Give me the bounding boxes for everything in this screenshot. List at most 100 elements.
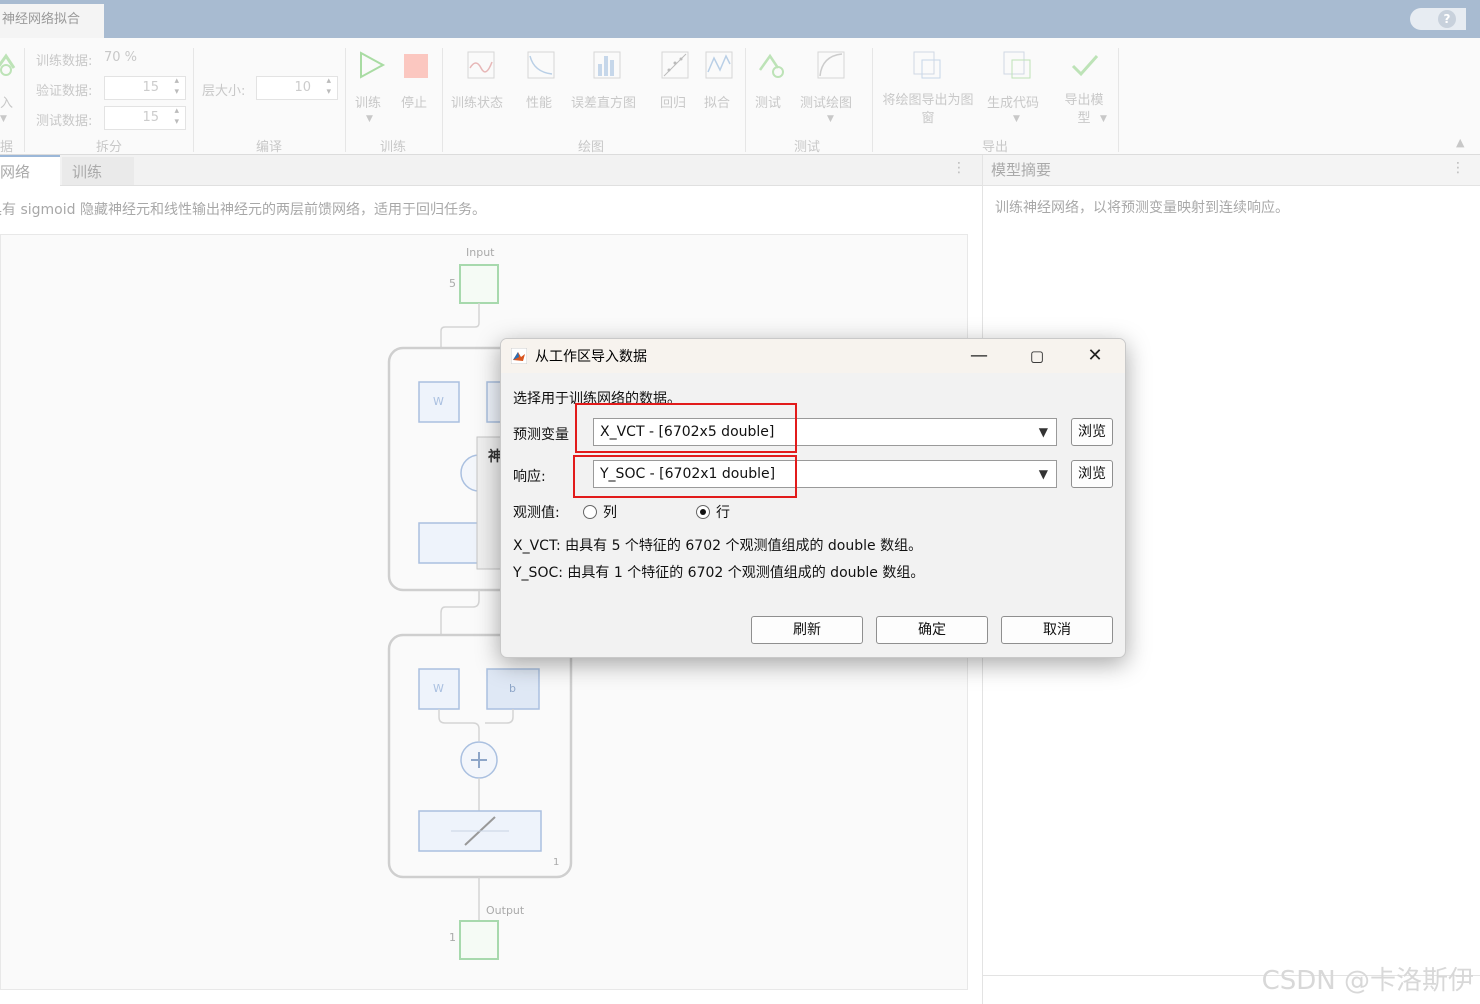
train-button-label[interactable]: 训练 — [355, 92, 381, 111]
output-node — [459, 920, 499, 960]
layer-size-spinner[interactable]: 10 — [256, 76, 338, 100]
predictor-info: X_VCT: 由具有 5 个特征的 6702 个观测值组成的 double 数组… — [513, 538, 923, 554]
cancel-button[interactable]: 取消 — [1001, 616, 1113, 644]
generate-code-label[interactable]: 生成代码 — [987, 92, 1039, 111]
validation-data-label: 验证数据: — [36, 84, 93, 99]
tab-training-label: 训练 — [72, 163, 103, 181]
train-data-value: 70 % — [104, 50, 138, 65]
export-plot-icon[interactable] — [912, 50, 942, 80]
test-data-label: 测试数据: — [36, 114, 93, 129]
fit-icon[interactable] — [704, 50, 734, 80]
left-panel-tabbar — [0, 155, 982, 186]
ok-button[interactable]: 确定 — [876, 616, 988, 644]
model-summary-header — [983, 155, 1480, 186]
generate-code-icon[interactable] — [1002, 50, 1032, 80]
collapse-toolstrip-icon[interactable]: ▲ — [1456, 136, 1464, 149]
predictor-browse-button[interactable]: 浏览 — [1071, 418, 1113, 446]
help-icon[interactable]: ? — [1438, 10, 1456, 28]
export-plot-label[interactable]: 将绘图导出为图窗 — [882, 92, 974, 128]
export-model-dropdown-arrow[interactable]: ▼ — [1100, 114, 1107, 124]
annotation-box-predictor — [575, 403, 797, 453]
model-summary-title: 模型摘要 — [991, 161, 1052, 179]
regression-icon[interactable] — [660, 50, 690, 80]
toolstrip: 入 ▼ 据 训练数据: 70 % 验证数据: 15 测试数据: 15 拆分 层大… — [0, 38, 1480, 155]
response-label: 响应: — [513, 469, 546, 485]
app-tab[interactable]: 神经网络拟合 — [0, 4, 104, 38]
group-label-compile: 编译 — [256, 140, 283, 155]
stop-icon[interactable] — [402, 52, 432, 82]
annotation-box-response — [573, 455, 797, 498]
plot-training-state-label[interactable]: 训练状态 — [451, 92, 503, 111]
observations-row-label[interactable]: 行 — [716, 502, 730, 522]
model-summary-description: 训练神经网络，以将预测变量映射到连续响应。 — [995, 200, 1289, 216]
input-node — [459, 264, 499, 304]
input-label: Input — [466, 246, 495, 259]
train-play-icon[interactable] — [356, 50, 386, 80]
group-label-split: 拆分 — [96, 140, 123, 155]
stop-button-label[interactable]: 停止 — [401, 92, 427, 111]
output-bias-label: b — [509, 682, 516, 695]
right-panel-menu-icon[interactable]: ⋮ — [1451, 160, 1465, 176]
output-size-label: 1 — [449, 931, 456, 944]
group-label-plot: 绘图 — [578, 140, 605, 155]
divider — [24, 48, 25, 152]
import-dropdown-arrow[interactable]: ▼ — [0, 114, 7, 124]
maximize-icon[interactable]: ▢ — [1017, 343, 1057, 369]
checkmark-icon[interactable] — [1070, 50, 1100, 80]
plot-fit-label[interactable]: 拟合 — [704, 92, 730, 111]
observations-label: 观测值: — [513, 505, 560, 521]
generate-code-dropdown-arrow[interactable]: ▼ — [1013, 114, 1020, 124]
refresh-button[interactable]: 刷新 — [751, 616, 863, 644]
test-icon[interactable] — [756, 50, 786, 80]
response-dropdown-arrow-icon[interactable]: ▼ — [1039, 461, 1048, 487]
network-description: 具有 sigmoid 隐藏神经元和线性输出神经元的两层前馈网络，适用于回归任务。 — [0, 202, 486, 218]
title-bar — [0, 0, 1480, 38]
hidden-weight-label: W — [433, 395, 444, 408]
observations-column-radio[interactable] — [583, 505, 597, 519]
train-dropdown-arrow[interactable]: ▼ — [366, 114, 373, 124]
divider — [745, 48, 746, 152]
tab-network[interactable]: 网络 — [0, 155, 60, 187]
input-size-label: 5 — [449, 277, 456, 290]
output-label: Output — [486, 904, 525, 917]
test-plot-label[interactable]: 测试绘图 — [800, 92, 852, 111]
observations-row-radio[interactable] — [696, 505, 710, 519]
import-data-dialog: 从工作区导入数据 — ▢ ✕ 选择用于训练网络的数据。 预测变量 X_VCT -… — [500, 338, 1126, 658]
tab-network-label: 网络 — [0, 163, 31, 181]
test-plot-icon[interactable] — [816, 50, 846, 80]
minimize-icon[interactable]: — — [959, 343, 999, 369]
group-label-data: 据 — [0, 140, 14, 155]
response-info: Y_SOC: 由具有 1 个特征的 6702 个观测值组成的 double 数组… — [513, 565, 925, 581]
performance-icon[interactable] — [526, 50, 556, 80]
dialog-title: 从工作区导入数据 — [535, 349, 647, 365]
training-state-icon[interactable] — [466, 50, 496, 80]
output-layer-index: 1 — [553, 857, 560, 868]
divider — [872, 48, 873, 152]
validation-data-spinner[interactable]: 15 — [104, 76, 186, 100]
import-button-label[interactable]: 入 — [0, 92, 13, 111]
group-label-train: 训练 — [380, 140, 407, 155]
test-button-label[interactable]: 测试 — [755, 92, 781, 111]
divider — [1118, 48, 1119, 152]
plot-error-histogram-label[interactable]: 误差直方图 — [571, 92, 636, 111]
predictor-label: 预测变量 — [513, 427, 569, 443]
plot-performance-label[interactable]: 性能 — [526, 92, 552, 111]
import-data-icon[interactable] — [0, 48, 22, 78]
watermark: CSDN @卡洛斯伊 — [1261, 966, 1474, 996]
response-browse-button[interactable]: 浏览 — [1071, 460, 1113, 488]
test-data-spinner[interactable]: 15 — [104, 106, 186, 130]
test-plot-dropdown-arrow[interactable]: ▼ — [827, 114, 834, 124]
train-data-label: 训练数据: — [36, 54, 93, 69]
output-weight-label: W — [433, 682, 444, 695]
plot-regression-label[interactable]: 回归 — [660, 92, 686, 111]
layer-size-label: 层大小: — [202, 84, 246, 99]
observations-column-label[interactable]: 列 — [603, 502, 617, 522]
divider — [442, 48, 443, 152]
tab-training[interactable]: 训练 — [62, 157, 134, 185]
left-panel-menu-icon[interactable]: ⋮ — [952, 160, 966, 176]
matlab-logo-icon — [511, 348, 527, 364]
group-label-test: 测试 — [794, 140, 821, 155]
error-histogram-icon[interactable] — [592, 50, 622, 80]
predictor-dropdown-arrow-icon[interactable]: ▼ — [1039, 419, 1048, 445]
close-icon[interactable]: ✕ — [1075, 343, 1115, 369]
